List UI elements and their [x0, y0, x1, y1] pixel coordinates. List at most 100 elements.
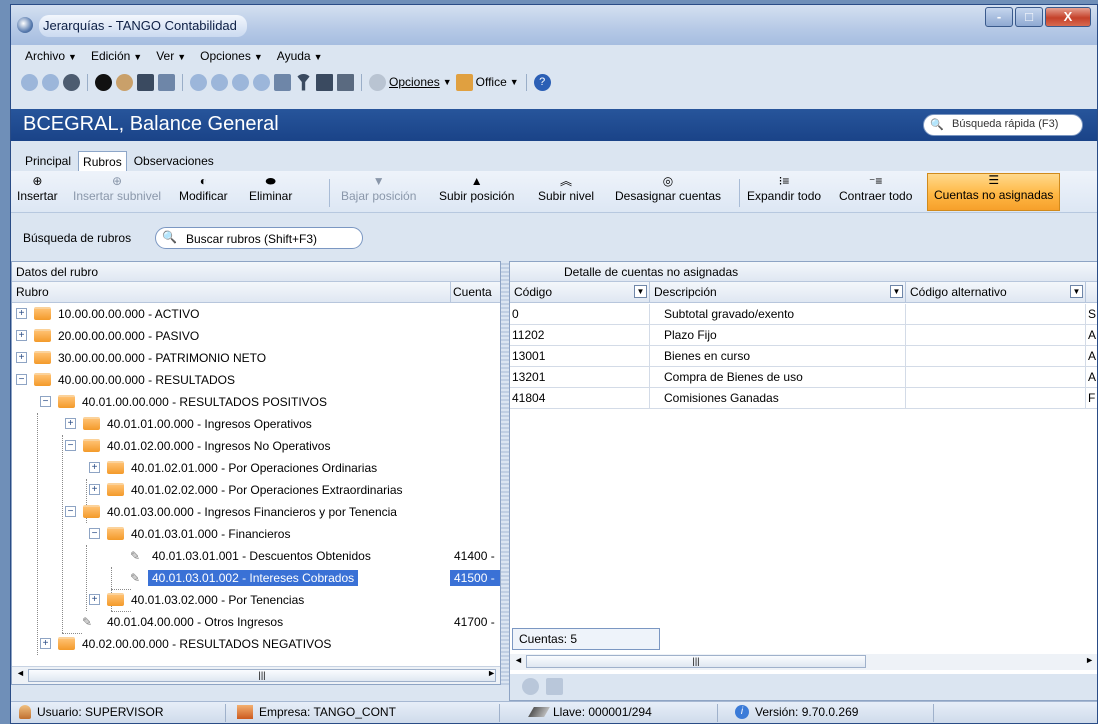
tab-rubros[interactable]: Rubros	[78, 151, 127, 171]
minimize-button[interactable]: -	[985, 7, 1013, 27]
menu-archivo[interactable]: Archivo ▼	[25, 49, 77, 69]
subir-nivel-button[interactable]: ︽ Subir nivel	[538, 175, 594, 211]
tree-row[interactable]: − 40.01.03.00.000 - Ingresos Financieros…	[12, 501, 500, 523]
tree-row[interactable]: + 40.01.01.00.000 - Ingresos Operativos	[12, 413, 500, 435]
rubros-search-input[interactable]: 🔍 Buscar rubros (Shift+F3)	[155, 227, 363, 249]
options-menu-button[interactable]: Opciones ▼	[369, 73, 452, 91]
check-icon[interactable]	[21, 73, 38, 91]
collapse-icon[interactable]: −	[65, 506, 76, 517]
tree-row[interactable]: + 40.01.03.02.000 - Por Tenencias	[12, 589, 500, 611]
grid-horizontal-scrollbar[interactable]: ◄ ||| ►	[510, 654, 1097, 670]
col-rubro-header[interactable]: Rubro	[16, 285, 49, 299]
tree-row[interactable]: − 40.01.00.00.000 - RESULTADOS POSITIVOS	[12, 391, 500, 413]
quick-search-input[interactable]: 🔍 Búsqueda rápida (F3)	[923, 114, 1083, 136]
scroll-thumb[interactable]: |||	[28, 669, 496, 682]
tab-observaciones[interactable]: Observaciones	[130, 151, 218, 171]
maximize-button[interactable]: □	[1015, 7, 1043, 27]
tree-row[interactable]: − 40.01.02.00.000 - Ingresos No Operativ…	[12, 435, 500, 457]
scroll-right-icon[interactable]: ►	[1085, 655, 1094, 665]
scroll-thumb[interactable]: |||	[526, 655, 866, 668]
col-codigo-alternativo-header[interactable]: Código alternativo ▼	[906, 282, 1086, 302]
tree-row[interactable]: ✎ 40.01.03.01.001 - Descuentos Obtenidos…	[12, 545, 500, 567]
dropdown-icon[interactable]: ▼	[1070, 285, 1083, 298]
panel-splitter[interactable]	[501, 261, 509, 685]
scroll-right-icon[interactable]: ►	[487, 668, 496, 678]
insertar-subnivel-button[interactable]: ⊕ Insertar subnivel	[73, 175, 161, 211]
modificar-button[interactable]: ◐ Modificar	[179, 175, 228, 211]
tab-principal[interactable]: Principal	[21, 151, 75, 171]
contraer-todo-button[interactable]: ⁻≡ Contraer todo	[839, 175, 912, 211]
first-record-icon[interactable]	[190, 73, 207, 91]
save-icon[interactable]	[137, 73, 154, 91]
table-row[interactable]: 11202 Plazo Fijo A	[510, 325, 1097, 346]
tree-row[interactable]: − 40.00.00.00.000 - RESULTADOS	[12, 369, 500, 391]
expand-icon[interactable]: +	[16, 308, 27, 319]
tree-row[interactable]: + 30.00.00.00.000 - PATRIMONIO NETO	[12, 347, 500, 369]
cell-extra: F	[1088, 391, 1096, 405]
page-title: BCEGRAL, Balance General	[23, 113, 279, 135]
window-title: Jerarquías - TANGO Contabilidad	[39, 15, 247, 37]
scroll-left-icon[interactable]: ◄	[16, 668, 25, 678]
print-icon[interactable]	[158, 73, 175, 91]
tree-horizontal-scrollbar[interactable]: ◄ ||| ►	[12, 666, 500, 684]
collapse-icon[interactable]: −	[16, 374, 27, 385]
office-menu-button[interactable]: Office ▼	[455, 73, 519, 91]
tree-row-selected[interactable]: ✎ 40.01.03.01.002 - Intereses Cobrados 4…	[12, 567, 500, 589]
edit-icon[interactable]	[116, 73, 133, 91]
collapse-icon[interactable]: −	[65, 440, 76, 451]
expandir-todo-button[interactable]: ⁝≡ Expandir todo	[747, 175, 821, 211]
expand-icon[interactable]: +	[65, 418, 76, 429]
expand-icon[interactable]: +	[40, 638, 51, 649]
tree-row[interactable]: ✎ 40.01.04.00.000 - Otros Ingresos 41700…	[12, 611, 500, 633]
menu-ayuda[interactable]: Ayuda ▼	[277, 49, 323, 69]
tree-row[interactable]: + 40.01.02.01.000 - Por Operaciones Ordi…	[12, 457, 500, 479]
panel-title: Detalle de cuentas no asignadas	[510, 262, 1097, 282]
col-descripcion-header[interactable]: Descripción ▼	[650, 282, 906, 302]
expand-icon[interactable]: +	[89, 462, 100, 473]
filter-icon[interactable]	[295, 73, 312, 91]
expand-icon[interactable]: +	[16, 330, 27, 341]
previous-record-icon[interactable]	[211, 73, 228, 91]
expand-icon[interactable]: +	[89, 484, 100, 495]
add-icon[interactable]	[63, 73, 80, 91]
collapse-icon[interactable]: −	[89, 528, 100, 539]
menu-opciones[interactable]: Opciones ▼	[200, 49, 263, 69]
tree-row[interactable]: + 20.00.00.00.000 - PASIVO	[12, 325, 500, 347]
table-row[interactable]: 41804 Comisiones Ganadas F	[510, 388, 1097, 409]
tree-row[interactable]: + 40.01.02.02.000 - Por Operaciones Extr…	[12, 479, 500, 501]
scroll-left-icon[interactable]: ◄	[514, 655, 523, 665]
sort-icon[interactable]	[337, 73, 354, 91]
folder-open-icon	[34, 373, 51, 386]
eliminar-button[interactable]: ⬬ Eliminar	[249, 175, 292, 211]
dropdown-icon[interactable]: ▼	[634, 285, 647, 298]
table-row[interactable]: 13201 Compra de Bienes de uso A	[510, 367, 1097, 388]
help-icon[interactable]: ?	[533, 73, 551, 91]
table-row[interactable]: 0 Subtotal gravado/exento S	[510, 304, 1097, 325]
export-icon[interactable]	[546, 678, 563, 695]
table-row[interactable]: 13001 Bienes en curso A	[510, 346, 1097, 367]
desasignar-cuentas-button[interactable]: ◎ Desasignar cuentas	[615, 175, 721, 211]
tree-row[interactable]: + 10.00.00.00.000 - ACTIVO	[12, 303, 500, 325]
subir-posicion-button[interactable]: ▲ Subir posición	[439, 175, 514, 211]
col-cuenta-header[interactable]: Cuenta	[450, 282, 494, 302]
cuentas-no-asignadas-button[interactable]: ☰ Cuentas no asignadas	[927, 173, 1061, 211]
collapse-icon[interactable]: −	[40, 396, 51, 407]
cancel-icon[interactable]	[42, 73, 59, 91]
expand-icon[interactable]: +	[89, 594, 100, 605]
delete-icon[interactable]	[95, 73, 112, 91]
tree-row[interactable]: − 40.01.03.01.000 - Financieros	[12, 523, 500, 545]
refresh-icon[interactable]	[522, 678, 539, 695]
menu-edicion[interactable]: Edición ▼	[91, 49, 142, 69]
expand-icon[interactable]: +	[16, 352, 27, 363]
next-record-icon[interactable]	[232, 73, 249, 91]
dropdown-icon[interactable]: ▼	[890, 285, 903, 298]
menu-ver[interactable]: Ver ▼	[156, 49, 186, 69]
binoculars-icon[interactable]	[274, 73, 291, 91]
col-codigo-header[interactable]: Código ▼	[510, 282, 650, 302]
tree-row[interactable]: + 40.02.00.00.000 - RESULTADOS NEGATIVOS	[12, 633, 500, 655]
last-record-icon[interactable]	[253, 73, 270, 91]
close-button[interactable]: X	[1045, 7, 1091, 27]
columns-icon[interactable]	[316, 73, 333, 91]
insertar-button[interactable]: ⊕ Insertar	[17, 175, 58, 211]
bajar-posicion-button[interactable]: ▼ Bajar posición	[341, 175, 416, 211]
